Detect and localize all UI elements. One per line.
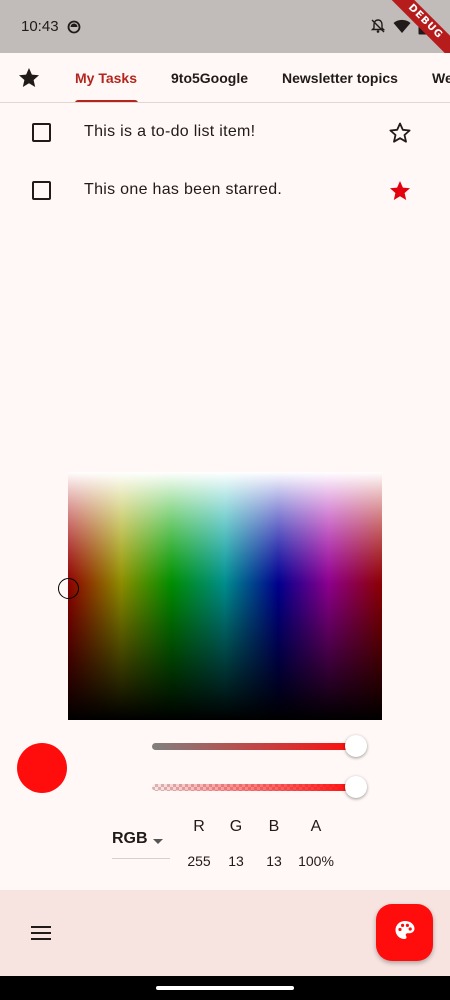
- channel-label-r: R: [193, 818, 205, 835]
- bottom-app-bar: [0, 890, 450, 976]
- hue-slider[interactable]: [152, 743, 356, 750]
- task-checkbox[interactable]: [32, 123, 51, 142]
- tab-we[interactable]: We: [432, 70, 450, 86]
- app-status-icon: [67, 20, 81, 39]
- palette-fab-button[interactable]: [376, 904, 433, 961]
- selected-color-preview: [17, 743, 67, 793]
- alpha-slider-thumb[interactable]: [345, 776, 367, 798]
- system-nav-bar: [0, 976, 450, 1000]
- channel-label-b: B: [268, 818, 280, 835]
- list-item: This one has been starred.: [0, 161, 450, 219]
- status-time: 10:43: [21, 18, 59, 35]
- palette-icon: [393, 918, 417, 947]
- gesture-handle[interactable]: [156, 986, 294, 990]
- color-picker-area[interactable]: [68, 472, 382, 720]
- tab-my-tasks[interactable]: My Tasks: [75, 70, 137, 86]
- menu-icon[interactable]: [31, 925, 51, 946]
- wifi-icon: [393, 18, 411, 39]
- task-title: This one has been starred.: [84, 181, 283, 198]
- list-item: This is a to-do list item!: [0, 103, 450, 161]
- channel-label-g: G: [229, 818, 243, 835]
- channel-label-a: A: [310, 818, 322, 835]
- notifications-off-icon: [370, 18, 386, 39]
- status-bar: 10:43 DEBUG: [0, 0, 450, 67]
- channel-value-a[interactable]: 100%: [294, 853, 338, 869]
- channel-value-b[interactable]: 13: [252, 853, 296, 869]
- star-outline-icon[interactable]: [388, 121, 412, 150]
- color-mode-label: RGB: [112, 830, 148, 847]
- tab-9to5google[interactable]: 9to5Google: [171, 70, 248, 86]
- star-filled-icon[interactable]: [17, 66, 41, 95]
- dropdown-arrow-icon: [153, 839, 163, 844]
- color-mode-dropdown[interactable]: RGB: [112, 830, 170, 859]
- color-picker-cursor[interactable]: [58, 578, 79, 599]
- task-title: This is a to-do list item!: [84, 123, 256, 140]
- alpha-slider[interactable]: [152, 784, 356, 791]
- hue-slider-thumb[interactable]: [345, 735, 367, 757]
- tab-newsletter-topics[interactable]: Newsletter topics: [282, 70, 398, 86]
- tab-bar: My Tasks 9to5Google Newsletter topics We: [0, 53, 450, 103]
- star-filled-icon[interactable]: [388, 179, 412, 208]
- task-checkbox[interactable]: [32, 181, 51, 200]
